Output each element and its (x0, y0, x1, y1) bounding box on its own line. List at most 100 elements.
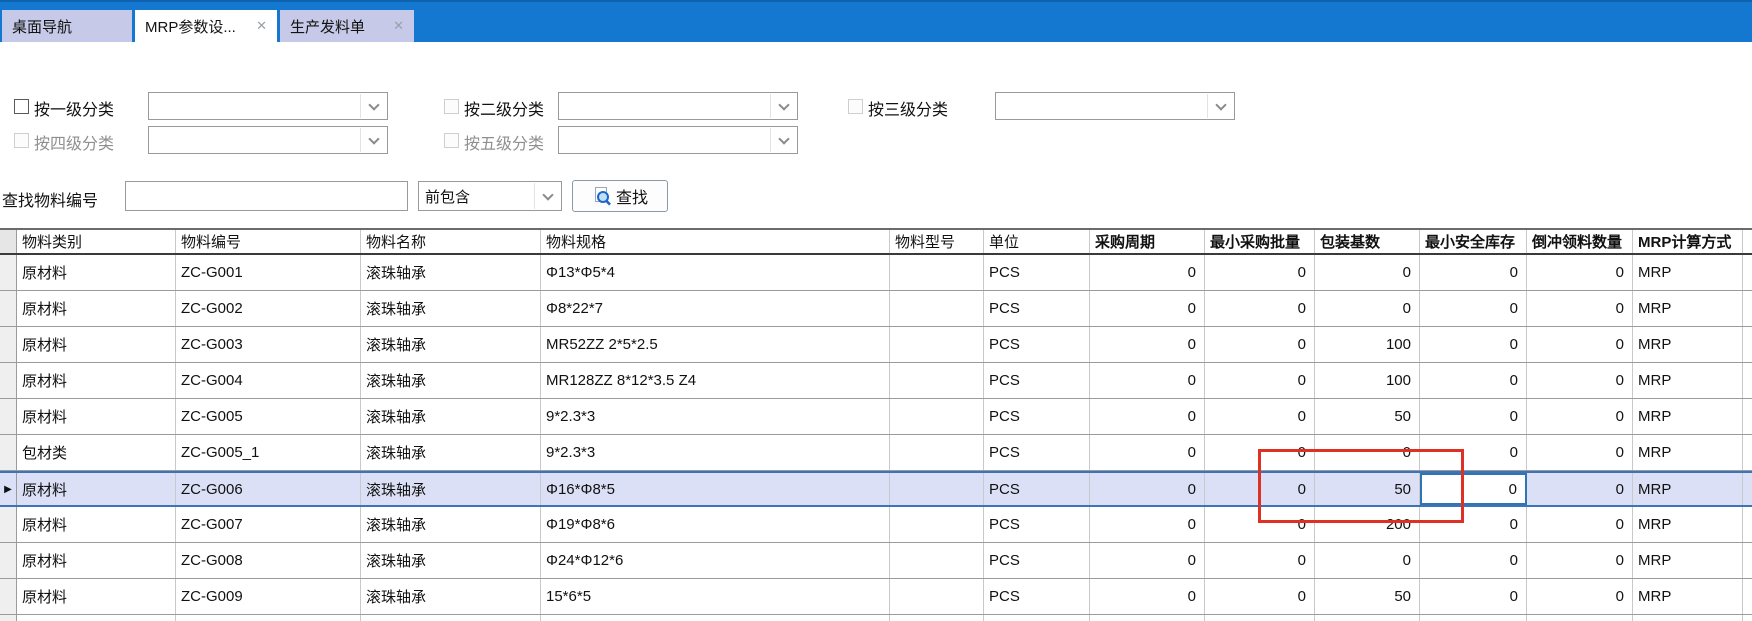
cell-unit[interactable]: PCS (984, 579, 1090, 614)
cell-package_base[interactable]: 100 (1315, 363, 1420, 398)
cell-model[interactable] (890, 399, 984, 434)
cell-purchase_cycle[interactable]: 0 (1090, 579, 1205, 614)
combo-level5-category[interactable] (558, 126, 798, 154)
table-row-ZC-G008[interactable]: 原材料ZC-G008滚珠轴承Φ24*Φ12*6PCS00000MRP (0, 543, 1752, 579)
cell-name[interactable]: 滚珠轴承 (361, 291, 541, 326)
cell-backflush_qty[interactable]: 0 (1527, 543, 1633, 578)
cell-min_safe_stock[interactable]: 0 (1420, 399, 1527, 434)
table-row-ZC-G005_1[interactable]: 包材类ZC-G005_1滚珠轴承9*2.3*3PCS00000MRP (0, 435, 1752, 471)
checkbox-level4-category[interactable] (14, 133, 29, 148)
cell-package_base[interactable]: 0 (1315, 543, 1420, 578)
cell-min_purchase_qty[interactable]: 0 (1205, 327, 1315, 362)
cell-purchase_cycle[interactable]: 0 (1090, 543, 1205, 578)
cell-spec[interactable]: Φ16*Φ8*5 (541, 473, 890, 505)
combo-level3-category[interactable] (995, 92, 1235, 120)
cell-mrp_method[interactable]: MRP (1633, 543, 1743, 578)
cell-mrp_method[interactable]: MRP (1633, 435, 1743, 470)
cell-package_base[interactable]: 0 (1315, 435, 1420, 470)
cell-model[interactable] (890, 435, 984, 470)
selected-row-arrow-icon[interactable]: ▶ (0, 473, 17, 505)
checkbox-level1-category[interactable] (14, 99, 29, 114)
row-indicator[interactable] (0, 291, 17, 326)
cell-spec[interactable]: Φ13*Φ5*4 (541, 255, 890, 290)
match-mode-combo[interactable]: 前包含 (418, 181, 562, 211)
cell-min_purchase_qty[interactable]: 0 (1205, 579, 1315, 614)
combo-level4-category[interactable] (148, 126, 388, 154)
cell-category[interactable]: 原材料 (17, 291, 176, 326)
close-icon[interactable]: ✕ (393, 18, 404, 34)
cell-mrp_method[interactable]: MRP (1633, 291, 1743, 326)
cell-backflush_qty[interactable]: 0 (1527, 291, 1633, 326)
cell-spec[interactable]: 9*2.3*3 (541, 399, 890, 434)
combo-level2-category[interactable] (558, 92, 798, 120)
cell-code[interactable]: ZC-G004 (176, 363, 361, 398)
cell-backflush_qty[interactable]: 0 (1527, 435, 1633, 470)
cell-backflush_qty[interactable]: 0 (1527, 363, 1633, 398)
cell-name[interactable]: 滚珠轴承 (361, 363, 541, 398)
cell-category[interactable]: 原材料 (17, 543, 176, 578)
cell-category[interactable]: 包材类 (17, 435, 176, 470)
row-indicator[interactable] (0, 399, 17, 434)
table-row-ZC-G003[interactable]: 原材料ZC-G003滚珠轴承MR52ZZ 2*5*2.5PCS0010000MR… (0, 327, 1752, 363)
cell-mrp_method[interactable]: MRP (1633, 579, 1743, 614)
cell-mrp_method[interactable]: MRP (1633, 399, 1743, 434)
cell-backflush_qty[interactable]: 0 (1527, 507, 1633, 542)
row-indicator[interactable] (0, 255, 17, 290)
cell-backflush_qty[interactable]: 0 (1527, 399, 1633, 434)
checkbox-level5-category[interactable] (444, 133, 459, 148)
cell-unit[interactable]: PCS (984, 507, 1090, 542)
cell-code[interactable]: ZC-G003 (176, 327, 361, 362)
cell-spec[interactable]: MR128ZZ 8*12*3.5 Z4 (541, 363, 890, 398)
table-row-ZC-G007[interactable]: 原材料ZC-G007滚珠轴承Φ19*Φ8*6PCS0020000MRP (0, 507, 1752, 543)
row-indicator[interactable] (0, 579, 17, 614)
cell-category[interactable]: 原材料 (17, 473, 176, 505)
cell-model[interactable] (890, 507, 984, 542)
cell-model[interactable] (890, 291, 984, 326)
cell-unit[interactable]: PCS (984, 543, 1090, 578)
cell-name[interactable]: 滚珠轴承 (361, 579, 541, 614)
cell-category[interactable]: 原材料 (17, 399, 176, 434)
cell-unit[interactable]: PCS (984, 363, 1090, 398)
cell-backflush_qty[interactable]: 0 (1527, 255, 1633, 290)
cell-purchase_cycle[interactable]: 0 (1090, 327, 1205, 362)
col-header-spec[interactable]: 物料规格 (541, 230, 890, 253)
cell-purchase_cycle[interactable]: 0 (1090, 399, 1205, 434)
cell-name[interactable]: 滚珠轴承 (361, 473, 541, 505)
cell-purchase_cycle[interactable]: 0 (1090, 507, 1205, 542)
cell-category[interactable]: 原材料 (17, 327, 176, 362)
cell-code[interactable]: ZC-G006 (176, 473, 361, 505)
col-header-name[interactable]: 物料名称 (361, 230, 541, 253)
cell-model[interactable] (890, 363, 984, 398)
cell-package_base[interactable]: 0 (1315, 255, 1420, 290)
cell-min_safe_stock[interactable]: 0 (1420, 363, 1527, 398)
cell-model[interactable] (890, 579, 984, 614)
cell-package_base[interactable]: 0 (1315, 291, 1420, 326)
tab-mrp-params[interactable]: MRP参数设... ✕ (135, 10, 277, 42)
cell-purchase_cycle[interactable]: 0 (1090, 255, 1205, 290)
cell-mrp_method[interactable]: MRP (1633, 255, 1743, 290)
cell-category[interactable]: 原材料 (17, 363, 176, 398)
col-header-model[interactable]: 物料型号 (890, 230, 984, 253)
table-row-ZC-G001[interactable]: 原材料ZC-G001滚珠轴承Φ13*Φ5*4PCS00000MRP (0, 255, 1752, 291)
cell-min_purchase_qty[interactable]: 0 (1205, 435, 1315, 470)
cell-category[interactable]: 原材料 (17, 579, 176, 614)
cell-package_base[interactable]: 200 (1315, 507, 1420, 542)
tab-production-issue[interactable]: 生产发料单 ✕ (280, 10, 414, 42)
cell-purchase_cycle[interactable]: 0 (1090, 473, 1205, 505)
cell-mrp_method[interactable]: MRP (1633, 473, 1743, 505)
cell-purchase_cycle[interactable]: 0 (1090, 363, 1205, 398)
cell-mrp_method[interactable]: MRP (1633, 327, 1743, 362)
table-row-ZC-G002[interactable]: 原材料ZC-G002滚珠轴承Φ8*22*7PCS00000MRP (0, 291, 1752, 327)
cell-package_base[interactable]: 50 (1315, 473, 1420, 505)
row-indicator[interactable] (0, 507, 17, 542)
cell-unit[interactable]: PCS (984, 473, 1090, 505)
combo-level1-category[interactable] (148, 92, 388, 120)
cell-package_base[interactable]: 50 (1315, 399, 1420, 434)
cell-unit[interactable]: PCS (984, 255, 1090, 290)
cell-spec[interactable]: 15*6*5 (541, 579, 890, 614)
row-indicator[interactable] (0, 327, 17, 362)
cell-category[interactable]: 原材料 (17, 255, 176, 290)
cell-spec[interactable]: MR52ZZ 2*5*2.5 (541, 327, 890, 362)
table-row-ZC-G009[interactable]: 原材料ZC-G009滚珠轴承15*6*5PCS005000MRP (0, 579, 1752, 615)
cell-spec[interactable]: Φ24*Φ12*6 (541, 543, 890, 578)
